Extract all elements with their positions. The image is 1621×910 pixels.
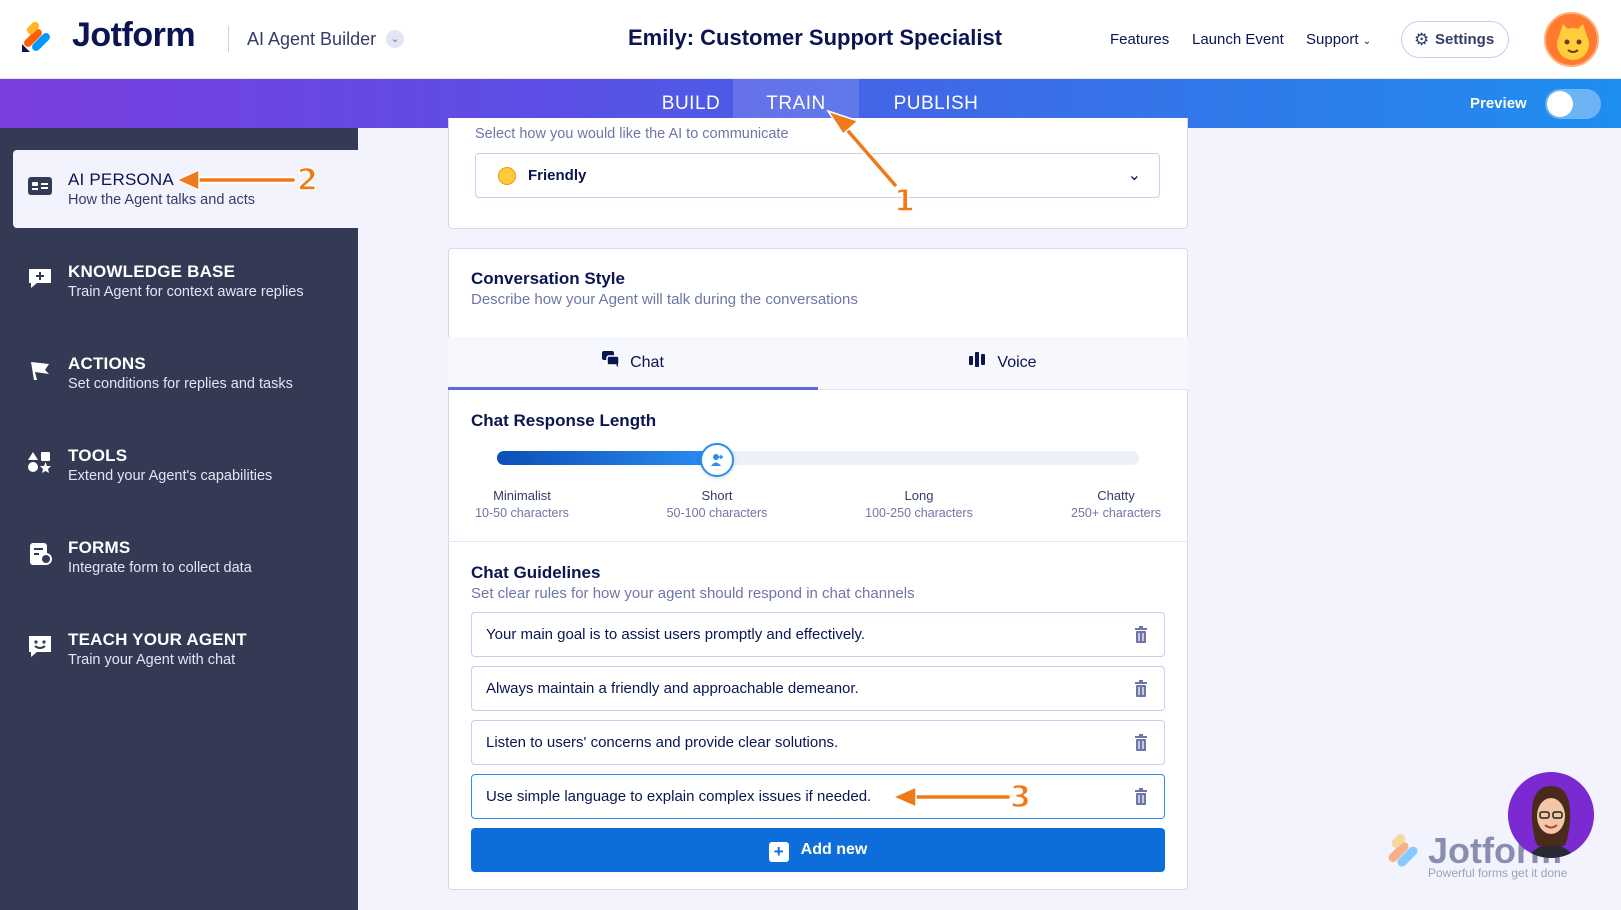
sidebar-item-title: FORMS bbox=[68, 538, 131, 557]
sidebar-item-forms[interactable]: FORMS Integrate form to collect data bbox=[13, 518, 358, 596]
trash-icon[interactable] bbox=[1134, 788, 1148, 805]
toggle-knob bbox=[1547, 91, 1573, 117]
sidebar-item-title: KNOWLEDGE BASE bbox=[68, 262, 236, 281]
option-long[interactable]: Long bbox=[849, 488, 989, 503]
agent-portrait-icon bbox=[1508, 772, 1594, 858]
flag-icon bbox=[31, 362, 49, 380]
chat-plus-icon bbox=[29, 269, 51, 288]
header-divider bbox=[228, 26, 229, 52]
person-icon bbox=[711, 454, 723, 466]
tab-voice-label: Voice bbox=[997, 354, 1037, 371]
form-document-icon bbox=[30, 543, 52, 565]
jotform-logo-text[interactable]: Jotform bbox=[72, 16, 196, 55]
add-guideline-button[interactable]: + Add new bbox=[471, 828, 1165, 872]
tab-chat[interactable]: Chat bbox=[448, 337, 818, 390]
nav-support-label: Support bbox=[1306, 31, 1359, 48]
guideline-input-focused[interactable]: Use simple language to explain complex i… bbox=[471, 774, 1165, 819]
response-length-title: Chat Response Length bbox=[471, 411, 657, 430]
smile-emoji-icon bbox=[498, 167, 516, 185]
top-header: Jotform AI Agent Builder ⌄ Emily: Custom… bbox=[0, 0, 1621, 79]
preview-label: Preview bbox=[1470, 95, 1527, 112]
response-length-fill bbox=[497, 451, 717, 465]
guideline-text[interactable]: Your main goal is to assist users prompt… bbox=[486, 626, 865, 643]
response-length-track[interactable] bbox=[497, 451, 1139, 465]
agent-chat-avatar[interactable] bbox=[1508, 772, 1594, 858]
option-short[interactable]: Short bbox=[647, 488, 787, 503]
nav-launch-event[interactable]: Launch Event bbox=[1192, 31, 1284, 48]
sidebar-item-sub: Set conditions for replies and tasks bbox=[68, 376, 293, 392]
guideline-text[interactable]: Always maintain a friendly and approacha… bbox=[486, 680, 859, 697]
agent-title: Emily: Customer Support Specialist bbox=[628, 25, 1003, 50]
chat-bubbles-icon bbox=[602, 337, 620, 389]
conversation-style-subtitle: Describe how your Agent will talk during… bbox=[471, 291, 858, 308]
tab-voice[interactable]: Voice bbox=[818, 337, 1188, 390]
sidebar-item-sub: Integrate form to collect data bbox=[68, 560, 252, 576]
trash-icon[interactable] bbox=[1134, 734, 1148, 751]
section-divider bbox=[448, 541, 1188, 542]
shapes-icon bbox=[28, 452, 51, 473]
tone-select[interactable]: Friendly ⌄ bbox=[475, 153, 1160, 198]
sidebar-item-sub: Extend your Agent's capabilities bbox=[68, 468, 273, 484]
user-avatar[interactable] bbox=[1544, 12, 1599, 67]
option-chatty[interactable]: Chatty bbox=[1046, 488, 1186, 503]
watermark-tagline: Powerful forms get it done bbox=[1428, 866, 1568, 880]
plus-icon: + bbox=[768, 842, 789, 862]
sidebar-item-actions[interactable]: ACTIONS Set conditions for replies and t… bbox=[13, 334, 358, 412]
chevron-down-icon: ⌄ bbox=[1127, 167, 1141, 184]
add-guideline-label: Add new bbox=[800, 841, 868, 858]
option-minimalist[interactable]: Minimalist bbox=[452, 488, 592, 503]
sidebar-item-sub: How the Agent talks and acts bbox=[68, 192, 255, 208]
guideline-text[interactable]: Use simple language to explain complex i… bbox=[486, 788, 871, 805]
sidebar-item-sub: Train Agent for context aware replies bbox=[68, 284, 304, 300]
tone-subtitle: Select how you would like the AI to comm… bbox=[475, 126, 789, 142]
voice-bars-icon bbox=[969, 337, 987, 389]
guideline-input[interactable]: Always maintain a friendly and approacha… bbox=[471, 666, 1165, 711]
jotform-logo-icon[interactable] bbox=[20, 20, 54, 54]
guideline-input[interactable]: Listen to users' concerns and provide cl… bbox=[471, 720, 1165, 765]
trash-icon[interactable] bbox=[1134, 680, 1148, 697]
sidebar-item-title: TEACH YOUR AGENT bbox=[68, 630, 247, 649]
tab-chat-label: Chat bbox=[630, 354, 664, 371]
preview-toggle[interactable] bbox=[1545, 89, 1601, 119]
option-minimalist-range: 10-50 characters bbox=[475, 506, 569, 520]
guideline-text[interactable]: Listen to users' concerns and provide cl… bbox=[486, 734, 838, 751]
nav-support[interactable]: Support ⌄ bbox=[1306, 31, 1371, 48]
sidebar-item-title: TOOLS bbox=[68, 446, 128, 465]
cat-avatar-icon bbox=[1557, 24, 1589, 60]
settings-button[interactable]: ⚙ Settings bbox=[1401, 21, 1509, 58]
annotation-number-2: 2 bbox=[296, 162, 318, 199]
guideline-input[interactable]: Your main goal is to assist users prompt… bbox=[471, 612, 1165, 657]
chat-guidelines-subtitle: Set clear rules for how your agent shoul… bbox=[471, 585, 915, 602]
response-length-handle[interactable] bbox=[700, 443, 734, 477]
chevron-down-icon[interactable]: ⌄ bbox=[386, 30, 404, 48]
gear-icon: ⚙ bbox=[1414, 30, 1430, 49]
option-short-range: 50-100 characters bbox=[666, 506, 768, 520]
product-switcher[interactable]: AI Agent Builder bbox=[247, 29, 376, 50]
option-chatty-range: 250+ characters bbox=[1071, 506, 1161, 520]
settings-label: Settings bbox=[1435, 31, 1495, 48]
sidebar-item-title: AI PERSONA bbox=[68, 170, 174, 189]
chat-guidelines-title: Chat Guidelines bbox=[471, 563, 601, 582]
sidebar-item-knowledge-base[interactable]: KNOWLEDGE BASE Train Agent for context a… bbox=[13, 242, 358, 320]
sidebar-item-teach-your-agent[interactable]: TEACH YOUR AGENT Train your Agent with c… bbox=[13, 610, 358, 688]
conversation-style-title: Conversation Style bbox=[471, 269, 625, 288]
sidebar: AI PERSONA How the Agent talks and acts … bbox=[0, 128, 358, 910]
chevron-down-icon: ⌄ bbox=[1362, 36, 1372, 47]
chat-smile-icon bbox=[29, 636, 51, 657]
conversation-subtabs: Chat Voice bbox=[448, 337, 1188, 390]
annotation-number-1: 1 bbox=[893, 183, 915, 220]
annotation-number-3: 3 bbox=[1009, 779, 1031, 816]
tone-selected-value: Friendly bbox=[528, 167, 587, 184]
id-card-icon bbox=[28, 177, 52, 195]
trash-icon[interactable] bbox=[1134, 626, 1148, 643]
option-long-range: 100-250 characters bbox=[865, 506, 973, 520]
sidebar-item-tools[interactable]: TOOLS Extend your Agent's capabilities bbox=[13, 426, 358, 504]
nav-features[interactable]: Features bbox=[1110, 31, 1169, 48]
sidebar-item-title: ACTIONS bbox=[68, 354, 146, 373]
sidebar-item-sub: Train your Agent with chat bbox=[68, 652, 236, 668]
